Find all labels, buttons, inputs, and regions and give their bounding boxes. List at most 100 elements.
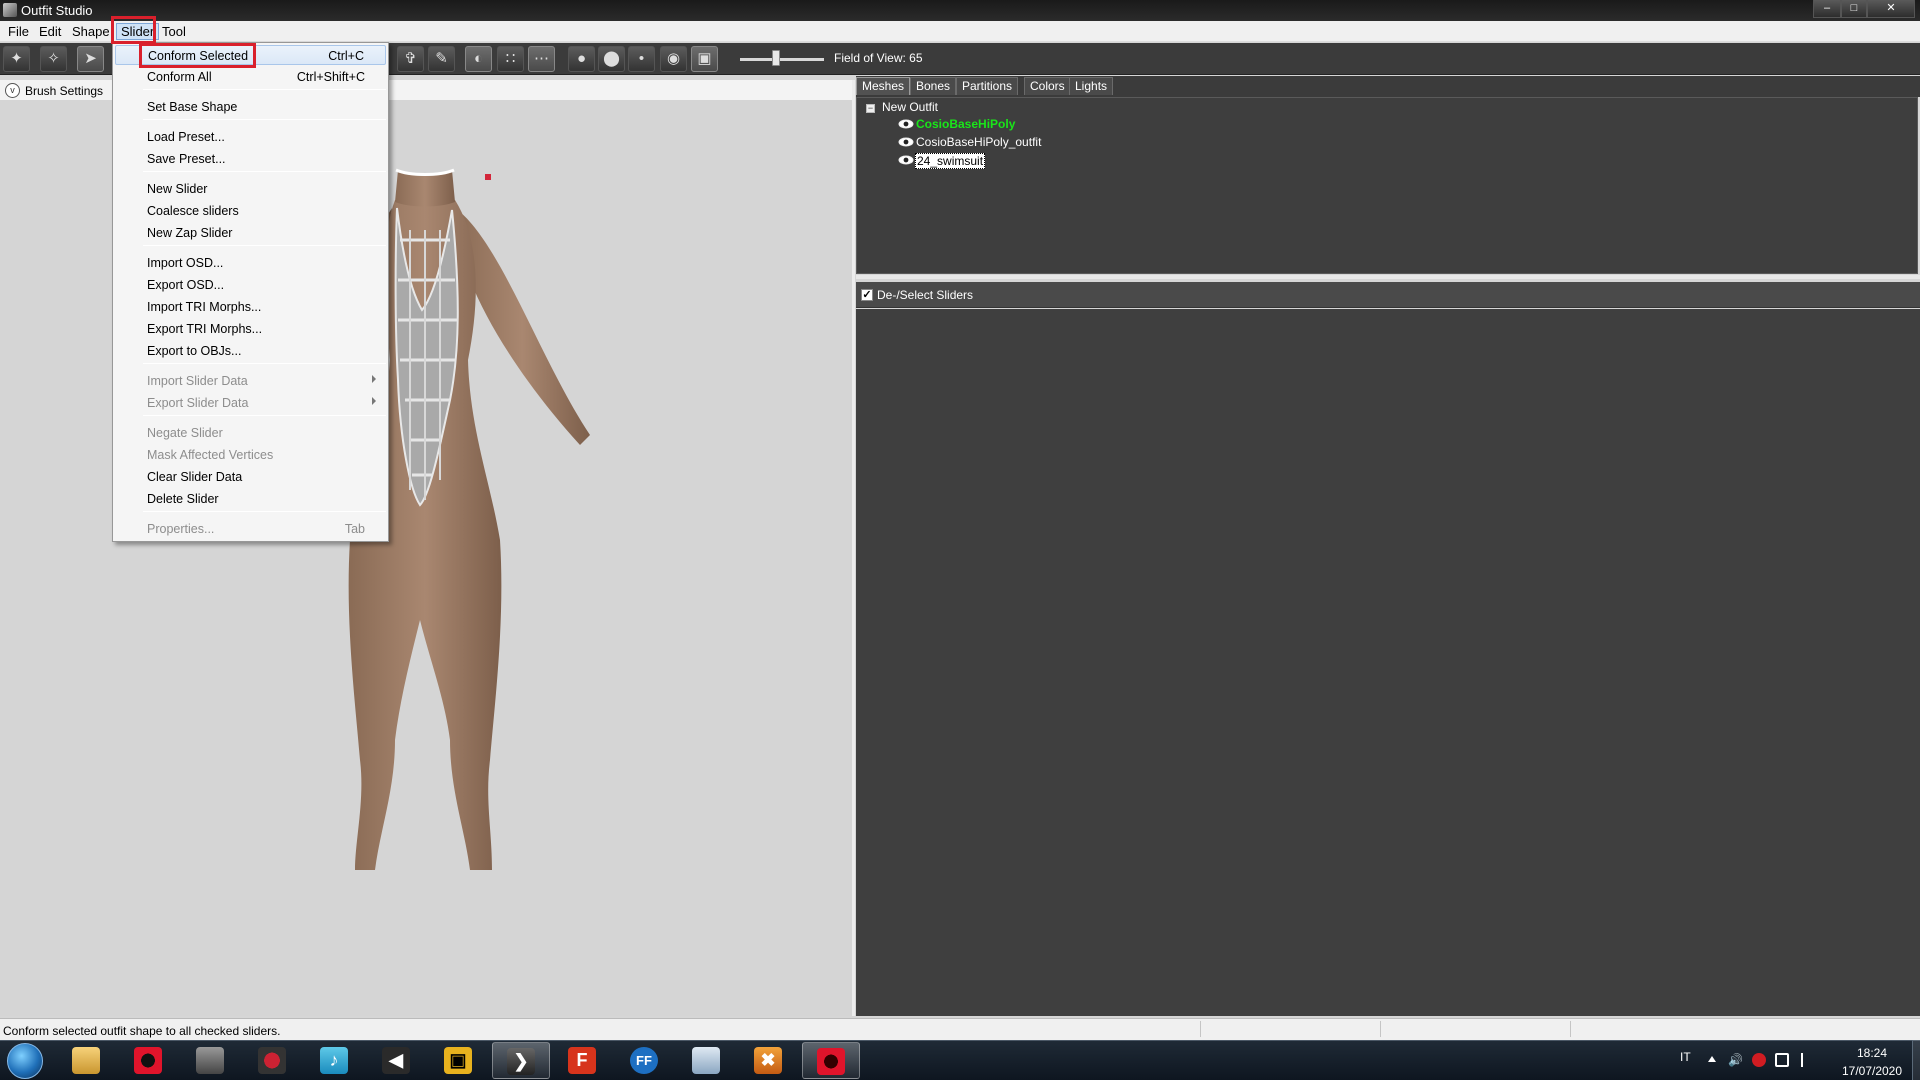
brush-move-icon[interactable]: ➤	[77, 46, 104, 72]
clock-time[interactable]: 18:24	[1852, 1046, 1892, 1060]
tray-language[interactable]: IT	[1680, 1050, 1691, 1064]
taskbar-music[interactable]: ♪	[306, 1042, 364, 1079]
pin-icon[interactable]: ✞	[397, 46, 424, 72]
taskbar-f-app[interactable]: F	[554, 1042, 612, 1079]
eye-icon[interactable]	[898, 155, 914, 165]
menu-item-export-slider-data[interactable]: Export Slider Data	[115, 393, 386, 413]
status-bar	[0, 1018, 1920, 1040]
brush-strength-icon[interactable]: •	[628, 46, 655, 72]
viewport-marker	[485, 174, 491, 180]
menu-item-negate-slider[interactable]: Negate Slider	[115, 423, 386, 443]
window-title: Outfit Studio	[21, 3, 93, 18]
brush-focus-icon[interactable]: ◉	[660, 46, 687, 72]
taskbar-audio[interactable]: ◀	[368, 1042, 426, 1079]
tab-colors[interactable]: Colors	[1024, 77, 1071, 95]
mesh-item-selected[interactable]: 24_swimsuit	[915, 153, 986, 169]
taskbar-ffdec[interactable]: FF	[616, 1042, 674, 1079]
minimize-button[interactable]: –	[1813, 0, 1841, 18]
volume-icon[interactable]: 🔊	[1728, 1053, 1743, 1067]
menu-item-mask-affected-vertices[interactable]: Mask Affected Vertices	[115, 445, 386, 465]
pane-splitter-horizontal[interactable]	[856, 275, 1920, 279]
taskbar-media[interactable]	[182, 1042, 240, 1079]
menu-separator	[143, 511, 386, 512]
tab-partitions[interactable]: Partitions	[956, 77, 1019, 95]
status-separator	[1200, 1021, 1201, 1037]
cube-icon[interactable]: ▣	[691, 46, 718, 72]
taskbar-outfit-studio[interactable]: ❯	[492, 1042, 550, 1079]
menu-slider[interactable]: Slider	[116, 23, 160, 40]
network-icon[interactable]	[1775, 1053, 1789, 1067]
mesh-item[interactable]: CosioBaseHiPoly_outfit	[916, 135, 1041, 150]
jdownloader-icon: ▣	[444, 1047, 472, 1074]
menu-item-import-slider-data[interactable]: Import Slider Data	[115, 371, 386, 391]
pane-splitter[interactable]	[852, 80, 855, 1016]
eye-icon[interactable]	[898, 137, 914, 147]
tab-bones[interactable]: Bones	[910, 77, 957, 95]
taskbar-tool[interactable]: ✖	[740, 1042, 798, 1079]
menu-item-coalesce-sliders[interactable]: Coalesce sliders	[115, 201, 386, 221]
submenu-arrow-icon	[372, 375, 376, 383]
select-sliders-label[interactable]: De-/Select Sliders	[877, 288, 973, 302]
menu-item-conform-all[interactable]: Conform All Ctrl+Shift+C	[115, 67, 386, 87]
title-bar: Outfit Studio – □ ✕	[0, 0, 1920, 21]
menu-item-save-preset[interactable]: Save Preset...	[115, 149, 386, 169]
flag-icon[interactable]	[1801, 1053, 1815, 1067]
antivirus-icon[interactable]	[1752, 1053, 1766, 1067]
maximize-button[interactable]: □	[1841, 0, 1867, 18]
menu-item-import-osd[interactable]: Import OSD...	[115, 253, 386, 273]
menu-file[interactable]: File	[4, 23, 33, 40]
taskbar-opera-2[interactable]	[802, 1042, 860, 1079]
status-separator	[1380, 1021, 1381, 1037]
tray-expand-icon[interactable]	[1708, 1056, 1716, 1062]
menu-edit[interactable]: Edit	[35, 23, 65, 40]
fov-slider-thumb[interactable]	[772, 50, 780, 66]
status-separator	[1570, 1021, 1571, 1037]
fov-slider-track[interactable]	[740, 58, 824, 61]
menu-item-load-preset[interactable]: Load Preset...	[115, 127, 386, 147]
show-desktop-button[interactable]	[1912, 1040, 1920, 1080]
menu-item-export-to-objs[interactable]: Export to OBJs...	[115, 341, 386, 361]
eye-icon[interactable]	[898, 119, 914, 129]
menu-item-conform-selected[interactable]: Conform Selected Ctrl+C	[115, 45, 386, 65]
project-tabs: Meshes Bones Partitions Colors Lights	[856, 76, 1920, 97]
pencil-icon[interactable]: ✎	[428, 46, 455, 72]
opera-red-icon	[817, 1048, 845, 1075]
ffdec-icon: FF	[630, 1047, 658, 1074]
audio-icon: ◀	[382, 1047, 410, 1074]
menu-tool[interactable]: Tool	[158, 23, 190, 40]
connected-icon[interactable]: ∷	[497, 46, 524, 72]
taskbar-game[interactable]	[244, 1042, 302, 1079]
brush-deflate-icon[interactable]: ✧	[40, 46, 67, 72]
taskbar-opera[interactable]	[120, 1042, 178, 1079]
brush-inflate-icon[interactable]: ✦	[3, 46, 30, 72]
brush-size-medium-icon[interactable]: ⬤	[598, 46, 625, 72]
tree-root[interactable]: New Outfit	[882, 100, 938, 115]
taskbar-jdownloader[interactable]: ▣	[430, 1042, 488, 1079]
select-sliders-checkbox[interactable]: ✓	[861, 289, 873, 301]
taskbar-explorer[interactable]	[58, 1042, 116, 1079]
menu-item-import-tri-morphs[interactable]: Import TRI Morphs...	[115, 297, 386, 317]
menu-item-properties[interactable]: Properties... Tab	[115, 519, 386, 539]
menu-item-set-base-shape[interactable]: Set Base Shape	[115, 97, 386, 117]
menu-shape[interactable]: Shape	[68, 23, 114, 40]
tab-meshes[interactable]: Meshes	[856, 77, 911, 95]
tab-lights[interactable]: Lights	[1069, 77, 1114, 95]
clock-date[interactable]: 17/07/2020	[1834, 1064, 1910, 1078]
media-icon	[196, 1047, 224, 1074]
chevron-down-icon[interactable]: v	[5, 83, 20, 98]
menu-item-export-tri-morphs[interactable]: Export TRI Morphs...	[115, 319, 386, 339]
menu-item-new-zap-slider[interactable]: New Zap Slider	[115, 223, 386, 243]
brush-size-small-icon[interactable]: ●	[568, 46, 595, 72]
start-button[interactable]	[7, 1043, 43, 1079]
menu-item-delete-slider[interactable]: Delete Slider	[115, 489, 386, 509]
mirror-icon[interactable]: ◐	[465, 46, 492, 72]
collapse-icon[interactable]: −	[866, 104, 875, 113]
mesh-item[interactable]: CosioBaseHiPoly	[916, 117, 1015, 132]
menu-item-new-slider[interactable]: New Slider	[115, 179, 386, 199]
close-button[interactable]: ✕	[1867, 0, 1915, 18]
global-icon[interactable]: ⋯	[528, 46, 555, 72]
taskbar-window[interactable]	[678, 1042, 736, 1079]
brush-settings-label[interactable]: Brush Settings	[25, 84, 103, 98]
menu-item-export-osd[interactable]: Export OSD...	[115, 275, 386, 295]
menu-item-clear-slider-data[interactable]: Clear Slider Data	[115, 467, 386, 487]
